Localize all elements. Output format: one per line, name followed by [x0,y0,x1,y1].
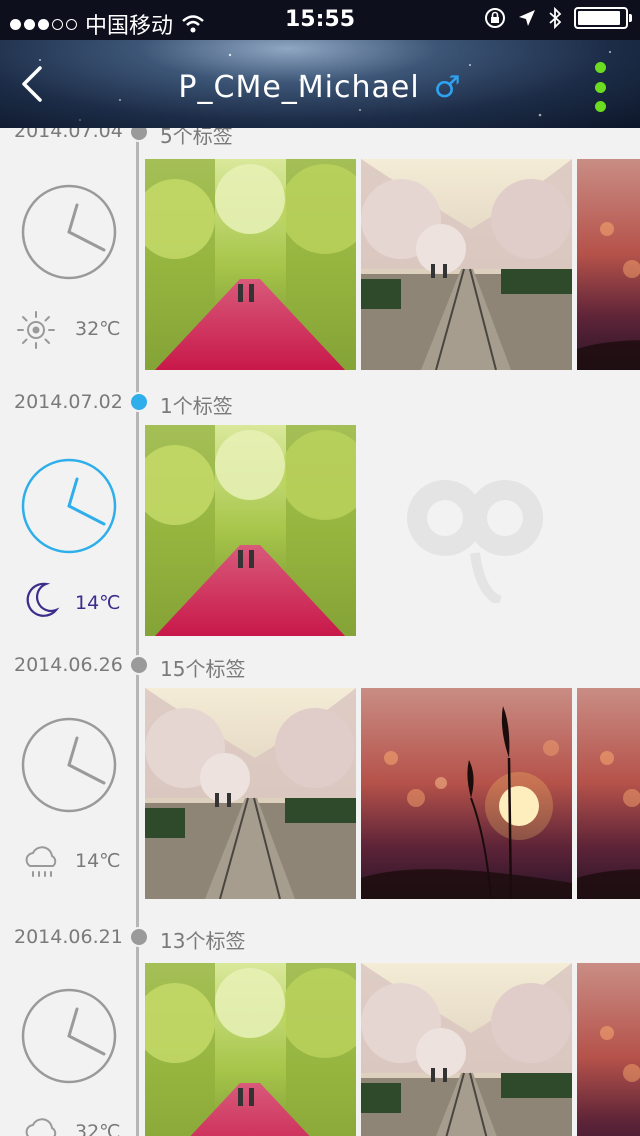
photo-thumbnail[interactable] [145,159,356,370]
nav-header: P_CMe_Michael ♂ [0,40,640,128]
entry-temperature: 14℃ [75,592,121,614]
photo-thumbnail[interactable] [577,963,640,1136]
photo-thumbnail[interactable] [577,159,640,370]
location-icon [519,10,535,26]
timeline-node-active [129,392,149,412]
timeline-node [129,927,149,947]
entry-date: 2014.06.21 [14,926,123,948]
status-bar: 中国移动 15:55 [0,0,640,40]
photo-thumbnail[interactable] [361,159,572,370]
sun-icon [17,311,55,349]
timeline-line [136,128,139,1136]
photo-thumbnail[interactable] [145,425,356,636]
entry-date: 2014.06.26 [14,654,123,676]
status-indicators [484,7,632,29]
clock-icon [20,457,118,555]
timeline-node [129,655,149,675]
battery-icon [574,7,632,29]
battery-level [578,11,621,25]
rotation-lock-icon [485,8,505,28]
app-logo-watermark-icon [407,480,543,603]
rain-cloud-icon [25,846,57,877]
photo-thumbnail[interactable] [361,688,572,899]
more-menu-button[interactable] [588,62,612,112]
clock-icon [20,183,118,281]
entry-temperature: 14℃ [75,850,121,872]
clock-icon [20,987,118,1085]
photo-thumbnail[interactable] [361,963,572,1136]
entry-tag-count[interactable]: 5个标签 [160,128,233,149]
menu-dot [594,101,606,112]
rain-cloud-icon [25,1118,57,1136]
timeline-node [129,128,149,142]
photo-thumbnail[interactable] [577,688,640,899]
entry-tag-count[interactable]: 13个标签 [160,925,245,954]
user-name: P_CMe_Michael [178,70,420,105]
menu-dot [594,62,606,73]
entry-date: 2014.07.04 [14,128,123,142]
gender-male-icon: ♂ [433,70,462,105]
menu-dot [594,81,606,93]
clock-icon [20,716,118,814]
entry-tag-count[interactable]: 15个标签 [160,653,245,682]
moon-icon [26,582,60,617]
entry-temperature: 32℃ [75,1121,121,1136]
bluetooth-icon [549,7,562,29]
entry-temperature: 32℃ [75,318,121,340]
photo-thumbnail[interactable] [145,688,356,899]
timeline-list[interactable]: 2014.07.04 5个标签 32℃ 2014.07.02 1个标签 14℃ [0,128,640,1136]
entry-date: 2014.07.02 [14,391,123,413]
photo-thumbnail[interactable] [145,963,356,1136]
page-title: P_CMe_Michael ♂ [0,70,640,105]
entry-tag-count[interactable]: 1个标签 [160,390,233,419]
